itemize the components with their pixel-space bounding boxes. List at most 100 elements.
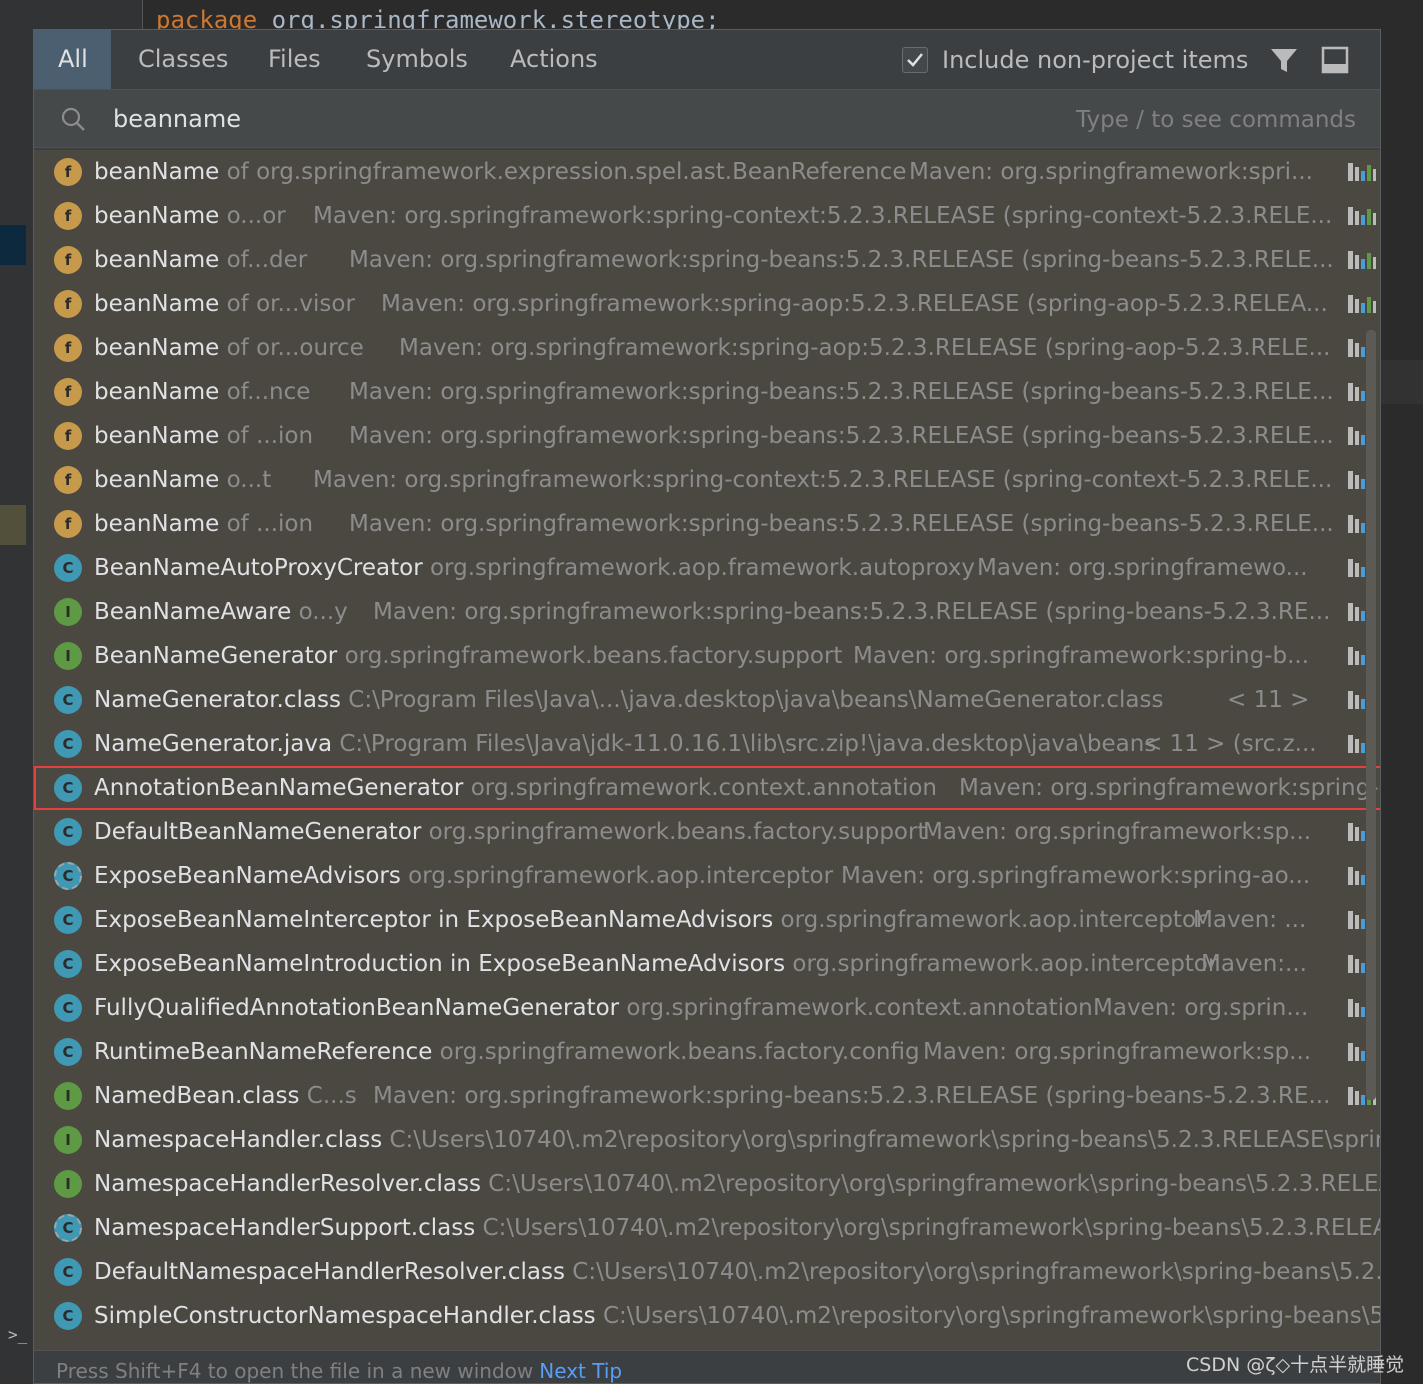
result-row[interactable]: C ExposeBeanNameIntroduction in ExposeBea… bbox=[34, 942, 1380, 986]
result-row[interactable]: C NameGenerator.java C:\Program Files\Jav… bbox=[34, 722, 1380, 766]
result-row[interactable]: f beanName of or...visor Maven: org.spring… bbox=[34, 282, 1380, 326]
result-label: beanName of...der bbox=[94, 238, 307, 282]
gutter-warning-mark bbox=[0, 505, 26, 545]
result-label: DefaultNamespaceHandlerResolver.class C:… bbox=[94, 1250, 1381, 1294]
results-scrollbar[interactable] bbox=[1366, 330, 1376, 1100]
result-label: BeanNameAware o...y bbox=[94, 590, 348, 634]
field-icon: f bbox=[54, 202, 82, 230]
result-library: Maven: org.springframework:spring-beans:… bbox=[349, 423, 1334, 449]
terminal-icon[interactable]: >_ bbox=[8, 1325, 32, 1345]
result-row[interactable]: C SimpleConstructorNamespaceHandler.class… bbox=[34, 1294, 1380, 1338]
result-library: Maven: org.springframework:spri... bbox=[909, 159, 1313, 185]
open-in-tool-window-icon[interactable] bbox=[1319, 44, 1351, 76]
result-label: SimpleConstructorNamespaceHandler.class … bbox=[94, 1294, 1380, 1338]
tab-bar: All Classes Files Symbols Actions Includ… bbox=[34, 30, 1380, 90]
result-location: o...or bbox=[219, 203, 286, 229]
tab-symbols[interactable]: Symbols bbox=[342, 30, 492, 89]
result-row[interactable]: C RuntimeBeanNameReference org.springfram… bbox=[34, 1030, 1380, 1074]
class-icon: C bbox=[54, 906, 82, 934]
result-label: NamespaceHandlerResolver.class C:\Users\… bbox=[94, 1162, 1380, 1206]
result-location: org.springframework.aop.interceptor bbox=[400, 863, 834, 889]
result-name: NamespaceHandlerResolver.class bbox=[94, 1171, 481, 1197]
library-icon bbox=[1348, 295, 1376, 313]
result-label: ExposeBeanNameAdvisors org.springframewo… bbox=[94, 854, 833, 898]
result-row[interactable]: I BeanNameAware o...y Maven: org.springfra… bbox=[34, 590, 1380, 634]
include-non-project-toggle[interactable]: Include non-project items bbox=[902, 44, 1248, 76]
result-name: NamedBean.class bbox=[94, 1083, 300, 1109]
result-name: BeanNameAware bbox=[94, 599, 292, 625]
tab-classes[interactable]: Classes bbox=[114, 30, 252, 89]
result-label: beanName of org.springframework.expressi… bbox=[94, 150, 907, 194]
filter-icon[interactable] bbox=[1268, 44, 1300, 76]
result-row[interactable]: I BeanNameGenerator org.springframework.b… bbox=[34, 634, 1380, 678]
search-input[interactable] bbox=[111, 98, 915, 140]
result-row[interactable]: C ExposeBeanNameInterceptor in ExposeBean… bbox=[34, 898, 1380, 942]
field-icon: f bbox=[54, 378, 82, 406]
result-row[interactable]: C BeanNameAutoProxyCreator org.springfram… bbox=[34, 546, 1380, 590]
result-name: AnnotationBeanNameGenerator bbox=[94, 775, 464, 801]
interface-icon: I bbox=[54, 1170, 82, 1198]
result-label: BeanNameGenerator org.springframework.be… bbox=[94, 634, 842, 678]
result-location: of...der bbox=[219, 247, 308, 273]
result-row[interactable]: f beanName of org.springframework.express… bbox=[34, 150, 1380, 194]
result-row[interactable]: f beanName of or...ource Maven: org.spring… bbox=[34, 326, 1380, 370]
result-name: NameGenerator.java bbox=[94, 731, 333, 757]
result-label: DefaultBeanNameGenerator org.springframe… bbox=[94, 810, 926, 854]
result-label: BeanNameAutoProxyCreator org.springframe… bbox=[94, 546, 975, 590]
field-icon: f bbox=[54, 158, 82, 186]
result-location: of org.springframework.expression.spel.a… bbox=[219, 159, 907, 185]
tab-actions[interactable]: Actions bbox=[486, 30, 622, 89]
result-label: NameGenerator.class C:\Program Files\Jav… bbox=[94, 678, 1163, 722]
results-list: f beanName of org.springframework.express… bbox=[34, 150, 1380, 1350]
result-name: BeanNameAutoProxyCreator bbox=[94, 555, 423, 581]
result-location: C:\Users\10740\.m2\repository\org\spring… bbox=[564, 1259, 1381, 1285]
result-library: Maven:... bbox=[1201, 951, 1307, 977]
result-location: C:\Program Files\Java\...\java.desktop\j… bbox=[340, 687, 1164, 713]
result-row[interactable]: C NameGenerator.class C:\Program Files\Ja… bbox=[34, 678, 1380, 722]
search-bar: Type / to see commands bbox=[34, 90, 1380, 148]
result-row[interactable]: C ExposeBeanNameAdvisors org.springframew… bbox=[34, 854, 1380, 898]
result-row[interactable]: I NamespaceHandlerResolver.class C:\Users… bbox=[34, 1162, 1380, 1206]
result-label: beanName of or...ource bbox=[94, 326, 364, 370]
result-row[interactable]: C AnnotationBeanNameGenerator org.springf… bbox=[34, 766, 1380, 810]
result-location: of or...ource bbox=[219, 335, 364, 361]
watermark: CSDN @ζ◇十点半就睡觉 bbox=[1186, 1354, 1405, 1376]
result-name: beanName bbox=[94, 335, 220, 361]
tab-files[interactable]: Files bbox=[244, 30, 345, 89]
tab-all[interactable]: All bbox=[34, 30, 111, 89]
result-row[interactable]: C NamespaceHandlerSupport.class C:\Users\… bbox=[34, 1206, 1380, 1250]
result-row[interactable]: I NamespaceHandler.class C:\Users\10740\.… bbox=[34, 1118, 1381, 1162]
result-location: o...y bbox=[291, 599, 348, 625]
result-label: NamedBean.class C...s bbox=[94, 1074, 357, 1118]
result-library: Maven: org.springframework:spring-ao... bbox=[841, 863, 1311, 889]
result-row[interactable]: f beanName o...t Maven: org.springframewor… bbox=[34, 458, 1380, 502]
result-name: beanName bbox=[94, 247, 220, 273]
result-row[interactable]: f beanName of...nce Maven: org.springframe… bbox=[34, 370, 1380, 414]
library-icon bbox=[1348, 207, 1376, 225]
result-row[interactable]: C DefaultNamespaceHandlerResolver.class C… bbox=[34, 1250, 1381, 1294]
result-row[interactable]: f beanName of ...ion Maven: org.springfram… bbox=[34, 414, 1380, 458]
result-row[interactable]: C DefaultBeanNameGenerator org.springfram… bbox=[34, 810, 1380, 854]
result-label: NameGenerator.java C:\Program Files\Java… bbox=[94, 722, 1156, 766]
result-row[interactable]: I NamedBean.class C...s Maven: org.springf… bbox=[34, 1074, 1380, 1118]
result-name: ExposeBeanNameIntroduction in ExposeBean… bbox=[94, 951, 786, 977]
library-icon bbox=[1348, 163, 1376, 181]
field-icon: f bbox=[54, 510, 82, 538]
class-icon: C bbox=[54, 1258, 82, 1286]
result-location: org.springframework.context.annotation bbox=[619, 995, 1093, 1021]
result-row[interactable]: f beanName of...der Maven: org.springframe… bbox=[34, 238, 1380, 282]
result-location: org.springframework.beans.factory.config bbox=[432, 1039, 920, 1065]
result-library: Maven: org.springframework:spring-aop:5.… bbox=[399, 335, 1331, 361]
result-location: C:\Users\10740\.m2\repository\org\spring… bbox=[382, 1127, 1381, 1153]
result-location: C:\Program Files\Java\jdk-11.0.16.1\lib\… bbox=[332, 731, 1157, 757]
result-library: < 11 > bbox=[1227, 687, 1310, 713]
result-row[interactable]: f beanName of ...ion Maven: org.springfram… bbox=[34, 502, 1380, 546]
include-non-project-checkbox[interactable] bbox=[902, 47, 928, 73]
class-icon: C bbox=[54, 994, 82, 1022]
result-label: FullyQualifiedAnnotationBeanNameGenerato… bbox=[94, 986, 1093, 1030]
field-icon: f bbox=[54, 290, 82, 318]
next-tip-link[interactable]: Next Tip bbox=[539, 1359, 622, 1383]
result-row[interactable]: f beanName o...or Maven: org.springframewo… bbox=[34, 194, 1380, 238]
editor-separator bbox=[142, 0, 143, 30]
result-row[interactable]: C FullyQualifiedAnnotationBeanNameGenerat… bbox=[34, 986, 1380, 1030]
